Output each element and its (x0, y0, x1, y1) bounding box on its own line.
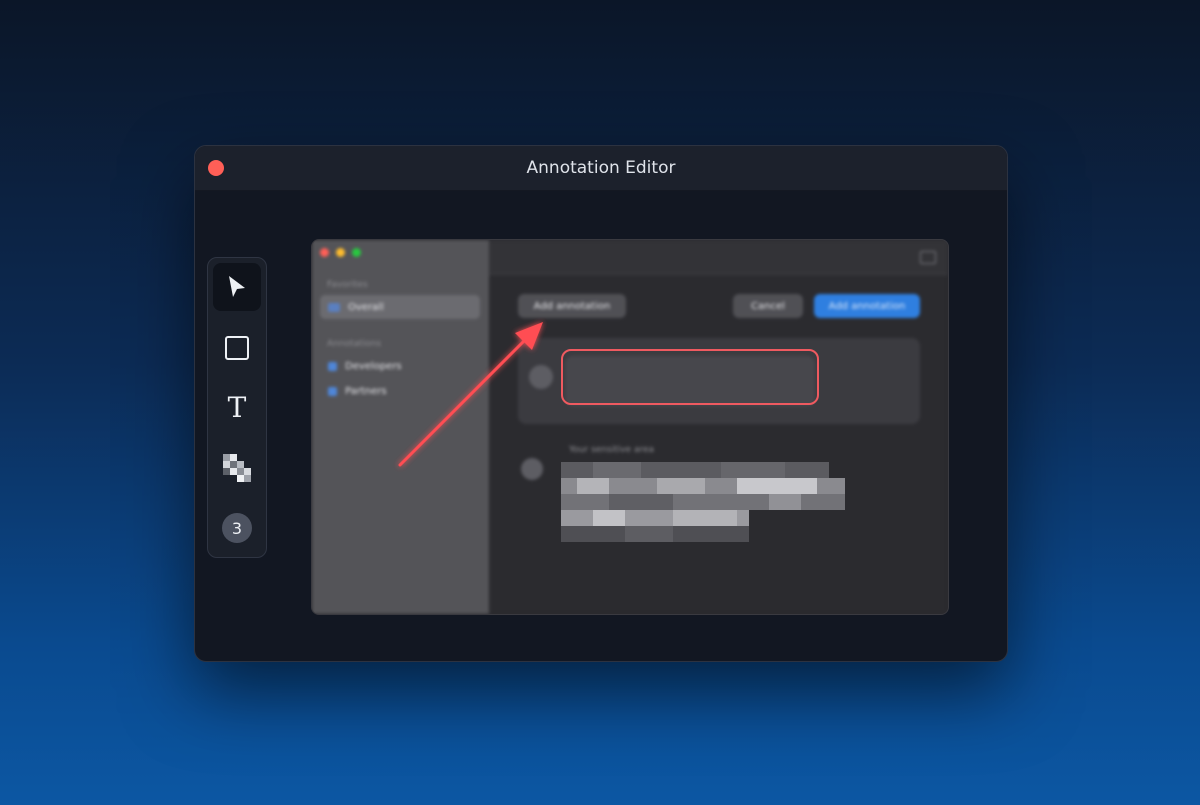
arrow-annotation[interactable] (195, 146, 1007, 661)
annotation-editor-window: Annotation Editor T 3 Favorites Overall … (194, 145, 1008, 662)
